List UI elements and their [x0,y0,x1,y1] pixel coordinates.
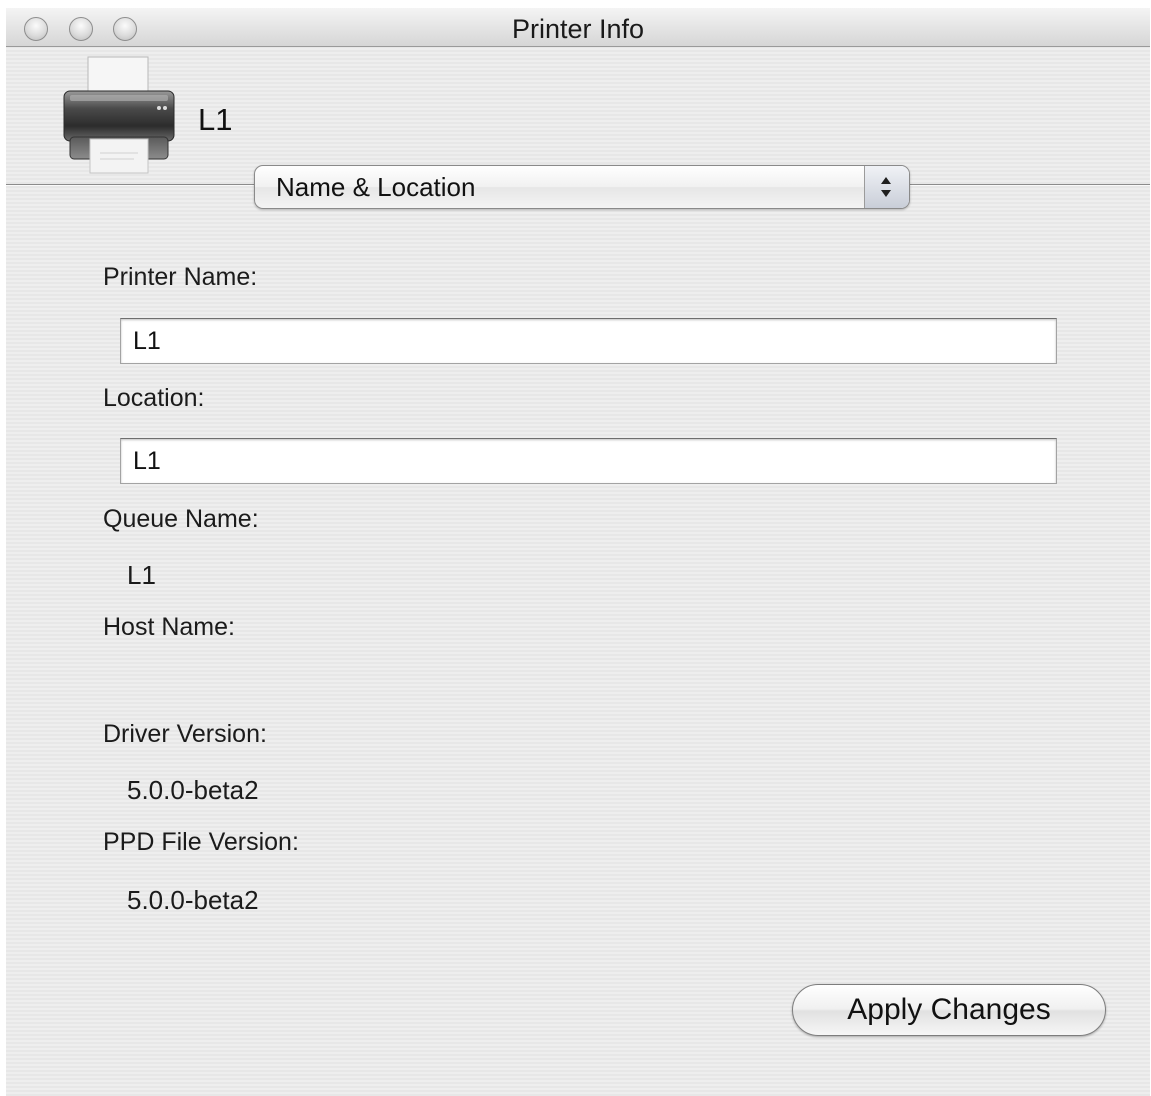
apply-changes-button[interactable]: Apply Changes [792,984,1106,1036]
location-label: Location: [103,384,205,412]
title-bar[interactable]: Printer Info [6,8,1150,47]
popup-arrows-icon [864,166,909,208]
printer-icon [56,55,180,179]
printer-name-field[interactable] [120,318,1057,364]
window-title: Printer Info [511,14,645,44]
printer-name-heading: L1 [198,102,233,137]
host-name-label: Host Name: [103,613,235,641]
queue-name-value: L1 [127,560,156,590]
driver-version-value: 5.0.0-beta2 [127,775,259,805]
printer-name-label: Printer Name: [103,263,258,291]
ppd-file-version-value: 5.0.0-beta2 [127,885,259,915]
panel-selector-value: Name & Location [276,172,476,202]
driver-version-label: Driver Version: [103,720,267,748]
panel-selector-popup[interactable]: Name & Location [254,165,910,209]
location-field[interactable] [120,438,1057,484]
ppd-file-version-label: PPD File Version: [103,828,299,856]
queue-name-label: Queue Name: [103,505,259,533]
printer-info-window: Printer Info L1 Name & Location Printer … [6,8,1150,1096]
